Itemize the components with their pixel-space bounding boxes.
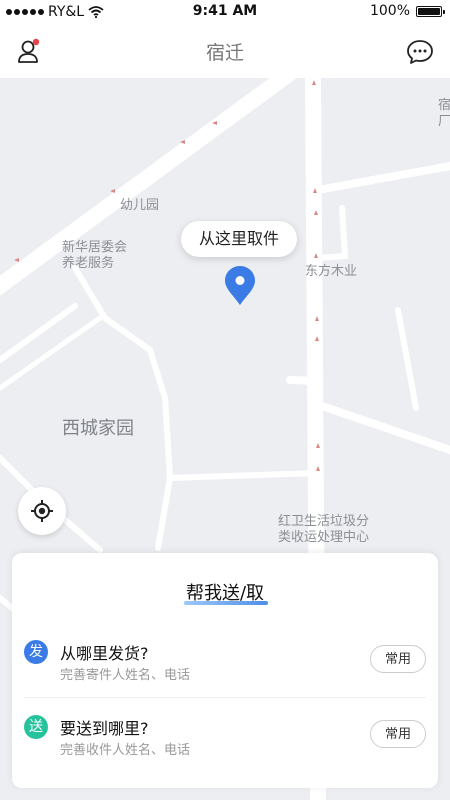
map-label-garbage: 红卫生活垃圾分 类收运处理中心 bbox=[278, 514, 370, 545]
location-pin-icon bbox=[224, 265, 256, 307]
sender-row[interactable]: 发 从哪里发货? 完善寄件人姓名、电话 常用 bbox=[12, 636, 438, 706]
divider bbox=[24, 697, 426, 698]
locate-icon bbox=[31, 500, 53, 522]
receiver-frequent-button[interactable]: 常用 bbox=[370, 720, 426, 748]
page-title: 宿迁 bbox=[205, 42, 244, 64]
map-label-committee: 新华居委会 养老服务 bbox=[62, 240, 128, 271]
sender-subtitle: 完善寄件人姓名、电话 bbox=[60, 668, 191, 683]
battery-percent: 100% bbox=[369, 3, 410, 19]
send-badge: 发 bbox=[24, 640, 48, 664]
map-label-xicheng: 西城家园 bbox=[62, 418, 134, 439]
delivery-card: 帮我送/取 发 从哪里发货? 完善寄件人姓名、电话 常用 送 要送到哪里? 完善… bbox=[12, 553, 438, 788]
receiver-subtitle: 完善收件人姓名、电话 bbox=[60, 743, 191, 758]
map-label-edge: 宿 厂 bbox=[438, 98, 450, 129]
receiver-title: 要送到哪里? bbox=[60, 719, 149, 738]
nav-bar: 宿迁 bbox=[0, 24, 450, 79]
battery-icon bbox=[416, 5, 445, 17]
title-underline bbox=[184, 601, 268, 605]
pickup-here-bubble[interactable]: 从这里取件 bbox=[181, 221, 298, 257]
receive-badge: 送 bbox=[24, 715, 48, 739]
map-label-kindergarten: 幼儿园 bbox=[120, 198, 160, 213]
sender-title: 从哪里发货? bbox=[60, 644, 149, 663]
locate-button[interactable] bbox=[18, 487, 66, 535]
chat-icon[interactable] bbox=[404, 36, 436, 68]
map-label-dongfang: 东方木业 bbox=[305, 264, 358, 279]
receiver-row[interactable]: 送 要送到哪里? 完善收件人姓名、电话 常用 bbox=[12, 711, 438, 781]
sender-frequent-button[interactable]: 常用 bbox=[370, 645, 426, 673]
status-bar: RY&L 9:41 AM 100% bbox=[0, 0, 450, 24]
